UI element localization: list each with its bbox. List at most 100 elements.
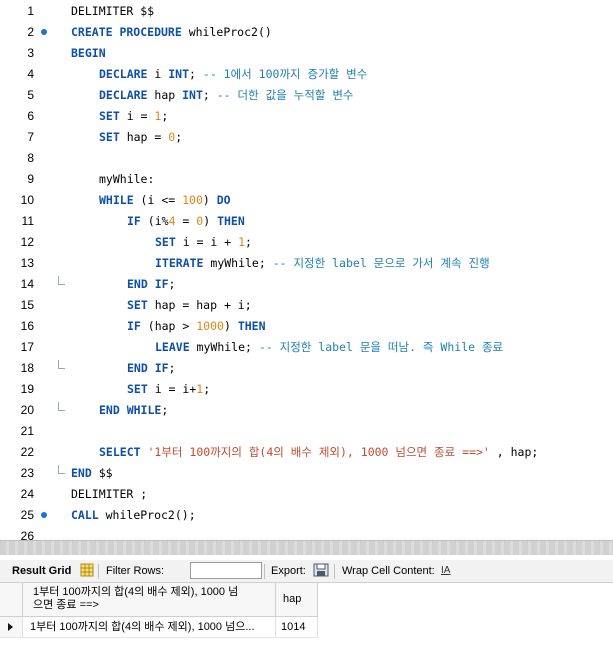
code-token: SET — [99, 109, 127, 123]
line-number: 13 — [20, 256, 34, 270]
code-token: i = i+ — [154, 382, 197, 396]
wrap-cell-icon[interactable]: IA — [441, 564, 450, 578]
cell-value: 1014 — [281, 621, 306, 633]
code-token: ; — [245, 235, 252, 249]
result-toolbar: Result Grid Filter Rows: Export: Wrap Ce… — [0, 560, 613, 583]
code-token: hap — [154, 88, 183, 102]
code-token: ; — [161, 403, 169, 417]
code-line[interactable]: 7 SET hap = 0; — [0, 127, 613, 148]
code-text: END $$ — [71, 463, 113, 484]
code-text: SET i = i+1; — [127, 379, 210, 400]
fold-end-icon — [58, 402, 65, 411]
code-line[interactable]: 14 END IF; — [0, 274, 613, 295]
code-line[interactable]: 17 LEAVE myWhile; -- 지정한 label 문을 떠남. 즉 W… — [0, 337, 613, 358]
code-text: BEGIN — [71, 43, 106, 64]
code-line[interactable]: 19 SET i = i+1; — [0, 379, 613, 400]
code-token: '1부터 100까지의 합(4의 배수 제외), 1000 넘으면 종료 ==>… — [147, 445, 490, 459]
code-token: INT — [168, 67, 190, 81]
line-number: 22 — [20, 445, 34, 459]
code-token: IF — [127, 214, 148, 228]
line-number: 18 — [20, 361, 34, 375]
code-line[interactable]: 18 END IF; — [0, 358, 613, 379]
code-text: SET i = i + 1; — [155, 232, 252, 253]
table-cell[interactable]: 1부터 100까지의 합(4의 배수 제외), 1000 넘으... — [23, 617, 276, 638]
panel-splitter[interactable] — [0, 540, 613, 555]
line-number: 1 — [27, 4, 34, 18]
code-line[interactable]: 10 WHILE (i <= 100) DO — [0, 190, 613, 211]
code-token: SET — [127, 298, 155, 312]
code-token: DO — [216, 193, 231, 207]
line-number: 3 — [27, 46, 34, 60]
code-line[interactable]: 16 IF (hap > 1000) THEN — [0, 316, 613, 337]
code-text: SET hap = 0; — [99, 127, 182, 148]
result-grid-tab[interactable]: Result Grid — [12, 564, 71, 578]
code-token: 4 — [168, 214, 176, 228]
code-line[interactable]: 15 SET hap = hap + i; — [0, 295, 613, 316]
code-line[interactable]: 22 SELECT '1부터 100까지의 합(4의 배수 제외), 1000 넘… — [0, 442, 613, 463]
code-line[interactable]: 8 — [0, 148, 613, 169]
code-token: ; — [203, 382, 211, 396]
code-token: ) — [203, 214, 218, 228]
line-number: 14 — [20, 277, 34, 291]
code-line[interactable]: 2 CREATE PROCEDURE whileProc2() — [0, 22, 613, 43]
filter-rows-input[interactable] — [190, 562, 262, 579]
code-line[interactable]: 23 END $$ — [0, 463, 613, 484]
code-text: myWhile: — [99, 169, 154, 190]
code-token: -- 더한 값을 누적할 변수 — [216, 88, 354, 102]
export-icon[interactable] — [313, 563, 329, 577]
code-text: DECLARE hap INT; -- 더한 값을 누적할 변수 — [99, 85, 354, 106]
code-line[interactable]: 21 — [0, 421, 613, 442]
code-token: DELIMITER $$ — [71, 4, 155, 18]
code-token: whileProc2(); — [105, 508, 196, 522]
fold-end-icon — [58, 465, 65, 474]
code-token: ITERATE — [155, 256, 211, 270]
code-line[interactable]: 13 ITERATE myWhile; -- 지정한 label 문으로 가서 계… — [0, 253, 613, 274]
grid-icon[interactable] — [80, 563, 94, 577]
code-token: END IF — [127, 277, 169, 291]
code-token: WHILE — [99, 193, 141, 207]
fold-end-icon — [58, 360, 65, 369]
code-token: i = — [126, 109, 155, 123]
code-line[interactable]: 26 — [0, 526, 613, 540]
code-token: ; — [168, 277, 176, 291]
statement-marker-icon[interactable] — [41, 29, 47, 35]
code-token: END WHILE — [99, 403, 162, 417]
filter-rows-label: Filter Rows: — [106, 565, 165, 577]
line-number: 5 — [27, 88, 34, 102]
code-line[interactable]: 9 myWhile: — [0, 169, 613, 190]
code-token: (i% — [147, 214, 169, 228]
code-token: DECLARE — [99, 67, 155, 81]
code-token: i = i + — [182, 235, 239, 249]
code-token: DELIMITER ; — [71, 487, 148, 501]
code-token: = — [175, 214, 197, 228]
code-token: CALL — [71, 508, 106, 522]
code-line[interactable]: 25 CALL whileProc2(); — [0, 505, 613, 526]
code-text: DECLARE i INT; -- 1에서 100까지 증가할 변수 — [99, 64, 367, 85]
code-line[interactable]: 20 END WHILE; — [0, 400, 613, 421]
row-selector[interactable] — [0, 617, 23, 638]
code-token: END IF — [127, 361, 169, 375]
code-token: (hap > — [147, 319, 197, 333]
table-cell[interactable]: 1014 — [276, 617, 318, 638]
code-token: myWhile; — [210, 256, 273, 270]
code-line[interactable]: 3 BEGIN — [0, 43, 613, 64]
code-line[interactable]: 6 SET i = 1; — [0, 106, 613, 127]
column-header[interactable]: 1부터 100까지의 합(4의 배수 제외), 1000 넘 으면 종료 ==> — [23, 583, 276, 617]
code-token: -- 지정한 label 문을 떠남. 즉 While 종료 — [258, 340, 504, 354]
code-line[interactable]: 5 DECLARE hap INT; -- 더한 값을 누적할 변수 — [0, 85, 613, 106]
line-number: 11 — [21, 214, 34, 228]
code-text: DELIMITER ; — [71, 484, 147, 505]
code-line[interactable]: 1 DELIMITER $$ — [0, 1, 613, 22]
code-token: myWhile; — [196, 340, 259, 354]
statement-marker-icon[interactable] — [41, 512, 47, 518]
splitter-grip — [0, 541, 613, 555]
code-token: whileProc2() — [188, 25, 272, 39]
code-line[interactable]: 24 DELIMITER ; — [0, 484, 613, 505]
code-line[interactable]: 12 SET i = i + 1; — [0, 232, 613, 253]
code-line[interactable]: 11 IF (i%4 = 0) THEN — [0, 211, 613, 232]
sql-editor[interactable]: 1 DELIMITER $$ 2 CREATE PROCEDURE whileProc… — [0, 0, 613, 540]
column-header[interactable]: hap — [276, 583, 318, 617]
toolbar-divider — [98, 564, 99, 579]
code-line[interactable]: 4 DECLARE i INT; -- 1에서 100까지 증가할 변수 — [0, 64, 613, 85]
code-token: SET — [155, 235, 183, 249]
